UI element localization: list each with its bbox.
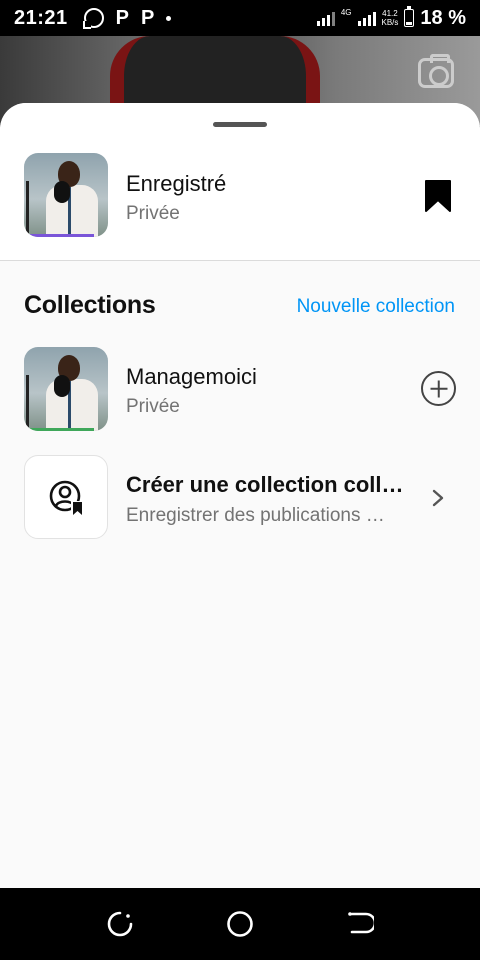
- status-indicators: 4G 41.2 KB/s 18 %: [316, 6, 466, 30]
- person-bookmark-icon: [49, 480, 83, 515]
- status-time: 21:21: [14, 6, 68, 29]
- create-collection-tile[interactable]: [24, 455, 108, 539]
- more-notifications-icon: [166, 15, 172, 21]
- collection-thumbnail[interactable]: [24, 347, 108, 431]
- collections-heading: Collections: [24, 291, 156, 319]
- chevron-right-icon[interactable]: [432, 489, 444, 507]
- create-collection-subtitle: Enregistrer des publications …: [126, 505, 385, 526]
- bookmark-icon[interactable]: [424, 179, 452, 213]
- whatsapp-icon: [83, 8, 104, 28]
- drag-handle[interactable]: [213, 122, 267, 127]
- back-icon[interactable]: [346, 910, 374, 938]
- add-circle-icon[interactable]: [421, 371, 456, 406]
- create-collection-title[interactable]: Créer une collection coll…: [126, 472, 406, 498]
- saved-title[interactable]: Enregistré: [126, 171, 226, 197]
- collection-subtitle: Privée: [126, 396, 180, 417]
- camera-icon[interactable]: [418, 54, 454, 88]
- status-bar: 21:21 P P 4G 41.2 KB/s 18 %: [0, 0, 480, 36]
- battery-icon: [404, 6, 415, 27]
- speed-value: 41.2: [382, 9, 398, 18]
- p-app-icon: P: [115, 6, 129, 29]
- speed-unit: KB/s: [381, 18, 399, 27]
- signal-icon-2: [357, 10, 376, 26]
- saved-subtitle: Privée: [126, 203, 180, 224]
- recent-apps-icon[interactable]: [106, 910, 134, 938]
- battery-percent: 18 %: [420, 6, 466, 29]
- network-type: 4G: [340, 7, 352, 17]
- network-speed: 41.2 KB/s: [382, 9, 399, 27]
- signal-icon: [316, 10, 335, 26]
- collection-title[interactable]: Managemoici: [126, 364, 257, 390]
- p-app-icon: P: [141, 6, 155, 29]
- save-sheet: Enregistré Privée Collections Nouvelle c…: [0, 103, 480, 888]
- navigation-bar: [0, 888, 480, 960]
- status-app-icons: P P: [83, 6, 172, 30]
- saved-thumbnail[interactable]: [24, 153, 108, 237]
- new-collection-button[interactable]: Nouvelle collection: [297, 296, 455, 318]
- saved-section: Enregistré Privée: [0, 103, 480, 261]
- home-icon[interactable]: [226, 910, 254, 938]
